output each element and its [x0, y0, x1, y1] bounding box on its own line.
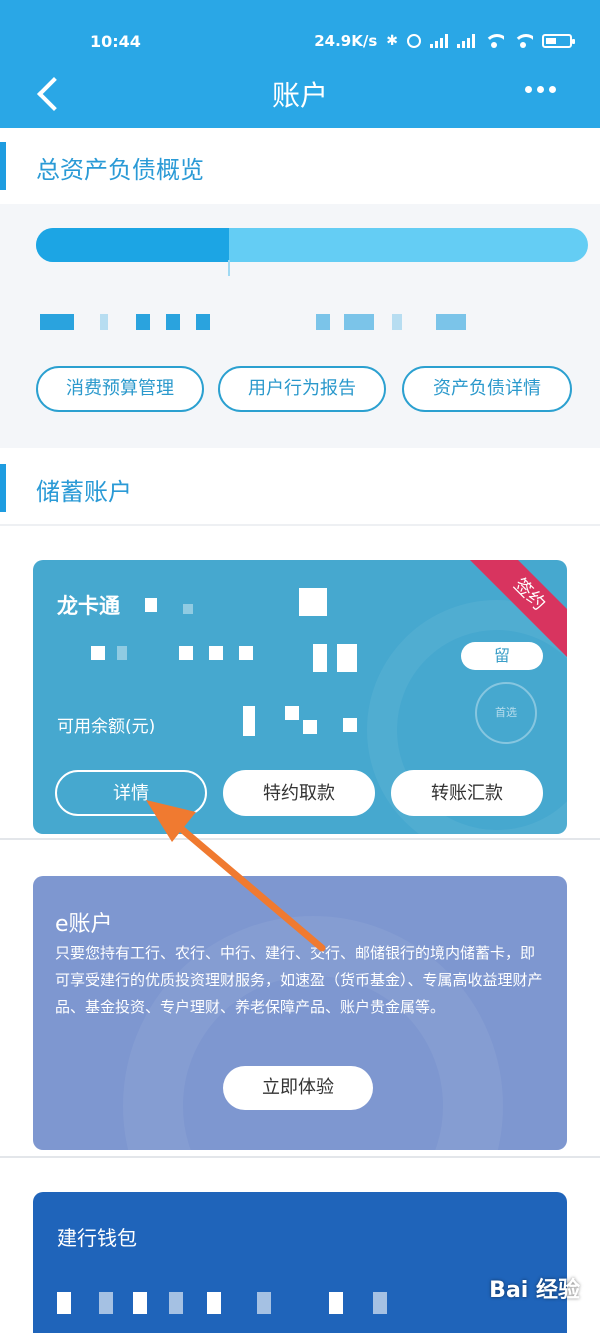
balance-label: 可用余额(元) — [57, 717, 156, 737]
transfer-button[interactable]: 转账汇款 — [391, 770, 543, 816]
masked-wallet-number — [169, 1292, 183, 1314]
savings-title: 储蓄账户 — [36, 478, 132, 506]
long-card-account[interactable]: 签约 龙卡通 留 首选 可用余额(元) 详情 特约取款 转账汇款 — [33, 560, 567, 834]
section-divider — [0, 524, 600, 526]
e-account-card[interactable]: e账户 只要您持有工行、农行、中行、建行、交行、邮储银行的境内储蓄卡，即可享受建… — [33, 876, 567, 1150]
masked-wallet-number — [329, 1292, 343, 1314]
savings-section-header: 储蓄账户 — [0, 450, 600, 526]
card-name: 龙卡通 — [57, 594, 120, 618]
asset-liability-bar — [36, 228, 588, 262]
masked-balance — [303, 720, 317, 734]
nav-bar: 账户 — [0, 64, 600, 124]
special-withdrawal-button[interactable]: 特约取款 — [223, 770, 375, 816]
hotspot-icon — [513, 34, 533, 48]
masked-card-number — [91, 646, 105, 660]
bar-divider-tick — [228, 260, 230, 276]
status-bar: 10:44 24.9K/s ✱ — [0, 24, 600, 60]
section-accent-bar — [0, 142, 6, 190]
overview-title: 总资产负债概览 — [36, 156, 204, 184]
masked-balance — [343, 718, 357, 732]
e-account-description: 只要您持有工行、农行、中行、建行、交行、邮储银行的境内储蓄卡，即可享受建行的优质… — [55, 944, 543, 1016]
details-button[interactable]: 详情 — [55, 770, 207, 816]
page-title: 账户 — [271, 79, 328, 112]
battery-icon — [542, 34, 575, 48]
masked-card-number — [117, 646, 127, 660]
signal-icon — [430, 34, 448, 48]
bluetooth-icon: ✱ — [386, 33, 398, 49]
masked-amounts — [36, 314, 556, 332]
masked-card-number — [179, 646, 193, 660]
masked-wallet-number — [99, 1292, 113, 1314]
masked-wallet-number — [257, 1292, 271, 1314]
primary-stamp: 首选 — [475, 682, 537, 744]
card-tag: 留 — [461, 642, 543, 670]
masked-card-number — [209, 646, 223, 660]
masked-card-number — [145, 598, 157, 612]
masked-card-number — [337, 644, 357, 672]
status-time: 10:44 — [90, 32, 141, 51]
overview-panel: 消费预算管理 用户行为报告 资产负债详情 — [0, 204, 600, 448]
wallet-title: 建行钱包 — [57, 1226, 137, 1250]
masked-card-number — [299, 588, 327, 616]
asset-bar-fill — [36, 228, 230, 262]
masked-wallet-number — [373, 1292, 387, 1314]
masked-balance — [285, 706, 299, 720]
masked-card-number — [239, 646, 253, 660]
section-accent-bar — [0, 464, 6, 512]
masked-card-number — [313, 644, 327, 672]
more-icon[interactable] — [525, 86, 556, 93]
top-bar: 10:44 24.9K/s ✱ 账户 — [0, 0, 600, 128]
card-divider — [0, 1156, 600, 1158]
masked-wallet-number — [133, 1292, 147, 1314]
status-icons: 24.9K/s ✱ — [314, 32, 575, 50]
wifi-icon — [484, 34, 504, 48]
asset-detail-button[interactable]: 资产负债详情 — [402, 366, 572, 412]
masked-balance — [243, 706, 255, 736]
baidu-watermark: Bai 经验 — [489, 1278, 580, 1303]
masked-wallet-number — [207, 1292, 221, 1314]
budget-management-button[interactable]: 消费预算管理 — [36, 366, 204, 412]
card-divider — [0, 838, 600, 840]
behavior-report-button[interactable]: 用户行为报告 — [218, 366, 386, 412]
ccb-wallet-card[interactable]: 建行钱包 — [33, 1192, 567, 1333]
overview-section-header: 总资产负债概览 — [0, 128, 600, 204]
masked-wallet-number — [57, 1292, 71, 1314]
try-now-button[interactable]: 立即体验 — [223, 1066, 373, 1110]
e-account-title: e账户 — [55, 912, 113, 937]
signal-icon-2 — [457, 34, 475, 48]
net-speed: 24.9K/s — [314, 32, 378, 50]
masked-card-number — [183, 604, 193, 614]
alarm-icon — [407, 34, 421, 48]
